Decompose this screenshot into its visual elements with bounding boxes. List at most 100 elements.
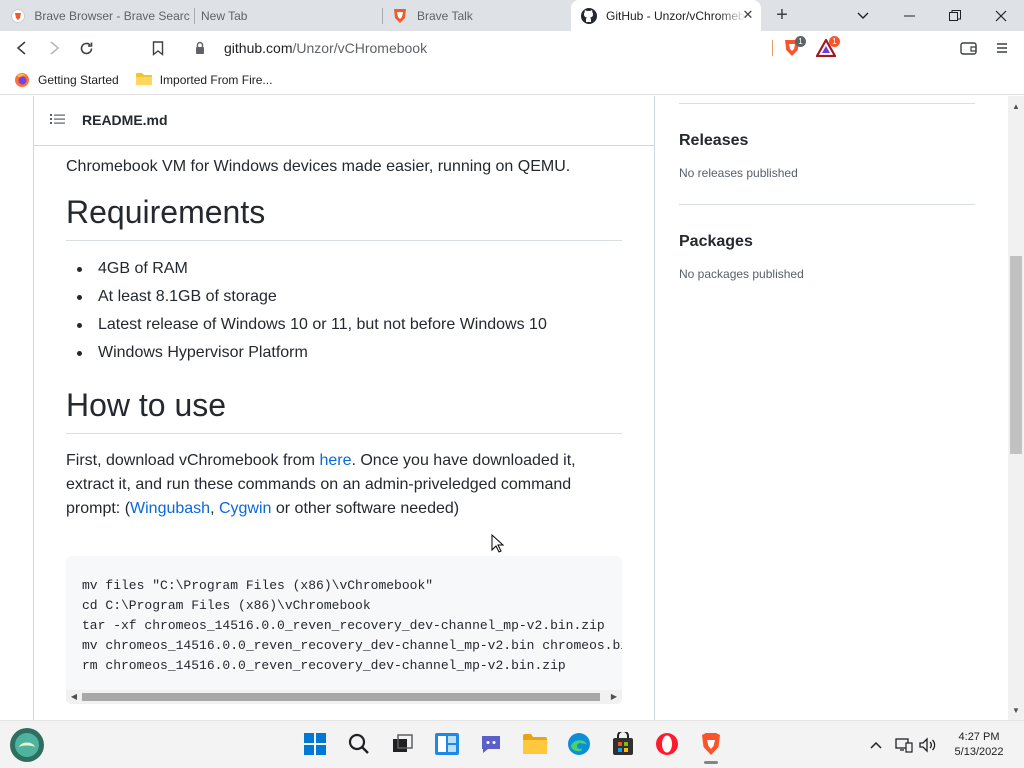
- scroll-right-icon[interactable]: ▶: [609, 692, 619, 702]
- packages-text: No packages published: [679, 267, 804, 281]
- bookmark-folder-imported[interactable]: Imported From Fire...: [135, 72, 273, 88]
- scroll-up-icon[interactable]: ▲: [1011, 102, 1021, 112]
- readme-body: Chromebook VM for Windows devices made e…: [66, 154, 622, 521]
- rewards-badge: 1: [829, 36, 840, 47]
- teams-chat-icon[interactable]: [478, 731, 504, 757]
- tab-title: Brave Talk: [417, 8, 473, 23]
- lock-icon[interactable]: [192, 40, 208, 56]
- readme-header: README.md: [34, 96, 654, 146]
- readme-filename: README.md: [82, 111, 168, 128]
- tab-title: New Tab: [201, 8, 248, 23]
- code-block[interactable]: mv files "C:\Program Files (x86)\vChrome…: [66, 556, 622, 704]
- bookmark-label: Imported From Fire...: [159, 72, 273, 87]
- bookmark-label: Getting Started: [38, 72, 119, 87]
- howto-text: First, download vChromebook from: [66, 452, 320, 469]
- sidebar-divider: [679, 204, 975, 205]
- tab-title: Brave Browser - Brave Search: [34, 8, 190, 23]
- brave-talk-icon: [392, 8, 408, 24]
- close-window-button[interactable]: [978, 0, 1024, 31]
- list-icon[interactable]: [50, 112, 66, 128]
- code-horizontal-scrollbar[interactable]: ◀ ▶: [66, 690, 622, 704]
- show-hidden-icons-chevron-icon[interactable]: [866, 735, 886, 755]
- repo-sidebar: Releases No releases published Packages …: [679, 96, 975, 281]
- active-app-indicator: [704, 761, 718, 764]
- packages-heading[interactable]: Packages: [679, 233, 975, 251]
- toolbar-divider: [772, 40, 773, 56]
- tab-new-tab[interactable]: New Tab: [192, 0, 382, 31]
- new-tab-button[interactable]: +: [772, 5, 792, 25]
- tab-search-chevron-icon[interactable]: [840, 0, 886, 31]
- taskbar: 4:27 PM 5/13/2022: [0, 720, 1024, 768]
- scroll-left-icon[interactable]: ◀: [69, 692, 79, 702]
- code-text: mv files "C:\Program Files (x86)\vChrome…: [82, 578, 622, 673]
- list-item: At least 8.1GB of storage: [66, 283, 622, 311]
- firefox-icon: [14, 72, 30, 88]
- weather-widget-icon[interactable]: [9, 727, 45, 763]
- scroll-thumb[interactable]: [82, 693, 600, 701]
- restore-button[interactable]: [932, 0, 978, 31]
- howto-paragraph: First, download vChromebook from here. O…: [66, 449, 622, 521]
- url-path: /Unzor/vCHromebook: [292, 40, 428, 56]
- bookmark-getting-started[interactable]: Getting Started: [14, 72, 119, 88]
- howto-text: or other software needed): [271, 500, 460, 517]
- volume-icon[interactable]: [918, 735, 938, 755]
- brave-rewards-button[interactable]: 1: [814, 36, 840, 60]
- howto-heading: How to use: [66, 385, 622, 434]
- widgets-icon[interactable]: [434, 731, 460, 757]
- scroll-thumb[interactable]: [1010, 256, 1022, 454]
- taskbar-clock[interactable]: 4:27 PM 5/13/2022: [944, 730, 1014, 760]
- sidebar-divider: [679, 103, 975, 104]
- github-icon: [581, 7, 597, 24]
- here-link[interactable]: here: [319, 452, 351, 469]
- edge-icon[interactable]: [566, 731, 592, 757]
- menu-icon[interactable]: [990, 36, 1014, 60]
- shields-badge: 1: [795, 36, 806, 47]
- requirements-heading: Requirements: [66, 192, 622, 241]
- howto-text: ,: [210, 500, 219, 517]
- url-host: github.com: [224, 40, 293, 56]
- requirements-list: 4GB of RAM At least 8.1GB of storage Lat…: [66, 255, 622, 367]
- scroll-down-icon[interactable]: ▼: [1011, 706, 1021, 716]
- brave-search-icon: [10, 8, 25, 24]
- readme-container: README.md Chromebook VM for Windows devi…: [33, 96, 655, 720]
- wallet-icon[interactable]: [956, 36, 980, 60]
- screen: Brave Browser - Brave Search New Tab Bra…: [0, 0, 1024, 768]
- task-view-icon[interactable]: [390, 731, 416, 757]
- releases-text: No releases published: [679, 166, 798, 180]
- readme-intro: Chromebook VM for Windows devices made e…: [66, 158, 571, 175]
- clock-date: 5/13/2022: [954, 746, 1004, 758]
- folder-icon: [135, 72, 152, 88]
- file-explorer-icon[interactable]: [522, 731, 548, 757]
- back-button[interactable]: [10, 36, 34, 60]
- tab-github[interactable]: GitHub - Unzor/vChromebook ✕: [571, 0, 761, 31]
- cygwin-link[interactable]: Cygwin: [219, 500, 271, 517]
- close-tab-icon[interactable]: ✕: [741, 8, 755, 22]
- mouse-cursor-icon: [491, 534, 505, 553]
- network-icon[interactable]: [894, 735, 914, 755]
- list-item: Latest release of Windows 10 or 11, but …: [66, 311, 622, 339]
- bookmarks-bar: Getting Started Imported From Fire...: [0, 65, 1024, 95]
- page-viewport: README.md Chromebook VM for Windows devi…: [0, 96, 1024, 720]
- list-item: 4GB of RAM: [66, 255, 622, 283]
- clock-time: 4:27 PM: [958, 731, 1000, 743]
- opera-icon[interactable]: [654, 731, 680, 757]
- search-icon[interactable]: [346, 731, 372, 757]
- brave-browser-icon[interactable]: [698, 731, 724, 757]
- releases-heading[interactable]: Releases: [679, 132, 975, 150]
- microsoft-store-icon[interactable]: [610, 731, 636, 757]
- brave-shields-button[interactable]: 1: [780, 36, 806, 60]
- forward-button[interactable]: [42, 36, 66, 60]
- reload-button[interactable]: [74, 36, 98, 60]
- page-vertical-scrollbar[interactable]: ▲ ▼: [1008, 96, 1024, 720]
- url-text: github.com/Unzor/vCHromebook: [224, 40, 427, 56]
- address-bar[interactable]: github.com/Unzor/vCHromebook: [182, 34, 846, 62]
- tab-brave-search[interactable]: Brave Browser - Brave Search: [0, 0, 190, 31]
- list-item: Windows Hypervisor Platform: [66, 339, 622, 367]
- start-menu-icon[interactable]: [302, 731, 328, 757]
- wingubash-link[interactable]: Wingubash: [130, 500, 210, 517]
- browser-toolbar: github.com/Unzor/vCHromebook 1 1: [0, 31, 1024, 65]
- tab-strip: Brave Browser - Brave Search New Tab Bra…: [0, 0, 1024, 31]
- minimize-button[interactable]: [886, 0, 932, 31]
- tab-brave-talk[interactable]: Brave Talk: [382, 0, 568, 31]
- bookmark-icon[interactable]: [146, 36, 170, 60]
